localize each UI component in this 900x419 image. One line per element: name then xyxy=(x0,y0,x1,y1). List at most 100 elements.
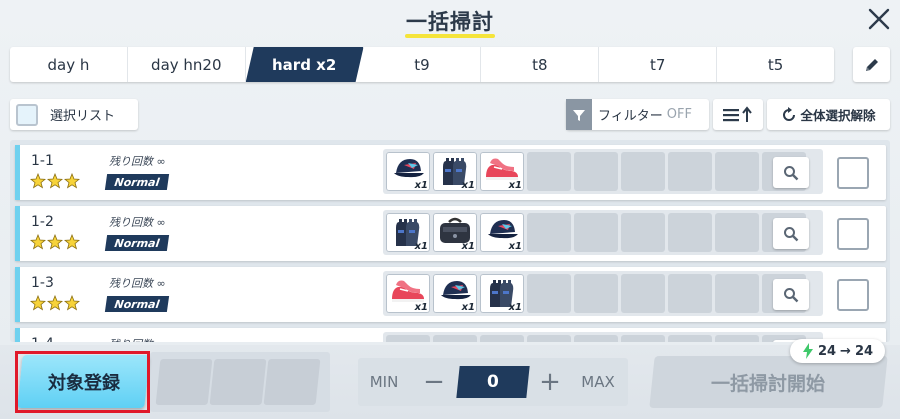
drop-list: x1 x1 x1 xyxy=(383,149,823,194)
tab-t5[interactable]: t5 xyxy=(717,47,834,82)
drop-slot-empty xyxy=(527,213,571,252)
ap-cost-badge: 24 → 24 xyxy=(790,339,885,363)
register-slot xyxy=(263,359,321,405)
tab-t7[interactable]: t7 xyxy=(599,47,718,82)
row-accent xyxy=(15,328,20,342)
star-icon xyxy=(63,294,81,315)
drop-slot-empty xyxy=(668,274,712,313)
drop-item-cap[interactable]: x1 xyxy=(480,213,524,252)
drop-slot-empty xyxy=(668,152,712,191)
drop-slot-empty xyxy=(715,335,759,342)
max-button[interactable]: MAX xyxy=(576,366,620,398)
drop-slot-empty xyxy=(386,335,430,342)
drop-slot-empty xyxy=(574,274,618,313)
drop-item-gloves[interactable]: x1 xyxy=(433,152,477,191)
edit-button[interactable] xyxy=(853,47,890,82)
remaining-value: ∞ xyxy=(156,277,166,290)
remaining-count: 残り回数 ∞ xyxy=(109,214,166,230)
tab-t8[interactable]: t8 xyxy=(481,47,600,82)
stage-row[interactable]: 1-4残り回数 ∞Normal xyxy=(15,328,886,342)
drop-item-bag[interactable]: x1 xyxy=(433,213,477,252)
drop-item-cap[interactable]: x1 xyxy=(433,274,477,313)
drop-slot-empty xyxy=(433,335,477,342)
drop-qty: x1 xyxy=(508,302,522,313)
difficulty-badge: Normal xyxy=(104,235,170,251)
stage-detail-button[interactable] xyxy=(773,218,809,249)
stage-detail-button[interactable] xyxy=(773,157,809,188)
sweep-count: 0 xyxy=(456,366,530,398)
tab-day-hn20[interactable]: day hn20 xyxy=(128,47,246,82)
filter-label: フィルター xyxy=(598,109,663,124)
tab-day-h[interactable]: day h xyxy=(10,47,128,82)
drop-qty: x1 xyxy=(414,302,428,313)
star-rating xyxy=(29,233,81,254)
select-list-button[interactable]: 選択リスト xyxy=(10,99,138,130)
row-accent xyxy=(15,206,20,261)
increment-button[interactable]: + xyxy=(534,366,566,398)
drop-slot-empty xyxy=(668,335,712,342)
ap-to: 24 xyxy=(854,343,874,359)
drop-item-cap[interactable]: x1 xyxy=(386,152,430,191)
min-button[interactable]: MIN xyxy=(364,366,404,398)
star-icon xyxy=(46,294,64,315)
select-list-label: 選択リスト xyxy=(50,109,116,124)
drop-slot-empty xyxy=(668,213,712,252)
drop-qty: x1 xyxy=(508,241,522,252)
deselect-all-button[interactable]: 全体選択解除 xyxy=(767,99,890,130)
tab-t9[interactable]: t9 xyxy=(364,47,482,82)
remaining-count: 残り回数 ∞ xyxy=(109,336,166,342)
register-target-label: 対象登録 xyxy=(47,372,120,394)
drop-qty: x1 xyxy=(461,302,475,313)
star-icon xyxy=(46,233,64,254)
drop-slot-empty xyxy=(715,213,759,252)
stage-detail-button[interactable] xyxy=(773,279,809,310)
star-icon xyxy=(29,172,47,193)
filter-button[interactable]: フィルター OFF xyxy=(566,99,709,130)
magnifier-icon xyxy=(784,226,799,241)
stage-row[interactable]: 1-1 残り回数 ∞ Normal x1 x1 x1 xyxy=(15,145,886,200)
start-sweep-button[interactable]: 一括掃討開始 xyxy=(649,356,888,408)
remaining-label: 残り回数 xyxy=(109,155,153,168)
ap-from: 24 xyxy=(817,343,837,359)
row-checkbox[interactable] xyxy=(837,279,869,311)
drop-item-shoes[interactable]: x1 xyxy=(386,274,430,313)
decrement-button[interactable]: − xyxy=(418,366,450,398)
stage-row[interactable]: 1-3 残り回数 ∞ Normal x1 x1 x1 xyxy=(15,267,886,322)
drop-item-gloves[interactable]: x1 xyxy=(480,274,524,313)
stage-row[interactable]: 1-2 残り回数 ∞ Normal x1 x1 x1 xyxy=(15,206,886,261)
drop-qty: x1 xyxy=(414,241,428,252)
stage-number: 1-3 xyxy=(31,275,54,291)
drop-list: x1 x1 x1 xyxy=(383,271,823,316)
remaining-label: 残り回数 xyxy=(109,216,153,229)
remaining-value: ∞ xyxy=(157,338,166,342)
star-rating xyxy=(29,294,81,315)
drop-qty: x1 xyxy=(461,241,475,252)
register-slot xyxy=(155,359,213,405)
star-icon xyxy=(29,233,47,254)
select-list-checkbox[interactable] xyxy=(16,103,38,126)
drop-slot-empty xyxy=(527,152,571,191)
row-checkbox[interactable] xyxy=(837,218,869,250)
stage-list[interactable]: 1-1 残り回数 ∞ Normal x1 x1 x1 1-2 残り回数 ∞ Normal x1 x1… xyxy=(10,140,890,342)
drop-item-gloves[interactable]: x1 xyxy=(386,213,430,252)
register-target-button[interactable]: 対象登録 xyxy=(17,355,150,408)
drop-item-shoes[interactable]: x1 xyxy=(480,152,524,191)
pencil-icon xyxy=(865,58,878,71)
ap-arrow: → xyxy=(840,343,851,359)
star-rating xyxy=(29,172,81,193)
close-button[interactable] xyxy=(862,2,896,36)
drop-slot-empty xyxy=(480,335,524,342)
row-accent xyxy=(15,145,20,200)
row-checkbox[interactable] xyxy=(837,157,869,189)
header: 一括掃討 xyxy=(0,0,900,44)
sort-order-button[interactable] xyxy=(713,99,763,130)
drop-qty: x1 xyxy=(508,180,522,191)
remaining-value: ∞ xyxy=(156,216,166,229)
stage-number: 1-2 xyxy=(31,214,54,230)
row-accent xyxy=(15,267,20,322)
tab-hard-x2[interactable]: hard x2 xyxy=(246,47,364,82)
remaining-label: 残り回数 xyxy=(109,338,153,342)
page-title: 一括掃討 xyxy=(406,10,494,34)
star-icon xyxy=(46,172,64,193)
difficulty-badge: Normal xyxy=(104,296,170,312)
